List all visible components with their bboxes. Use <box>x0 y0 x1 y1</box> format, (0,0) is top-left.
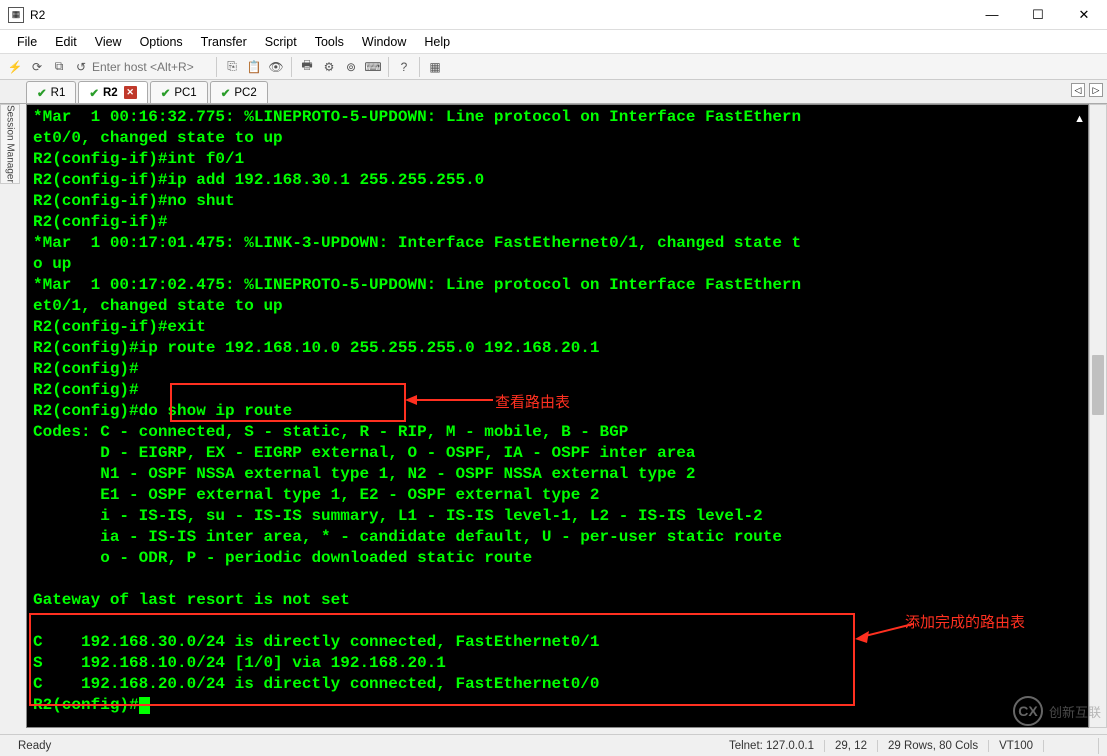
reconnect-icon[interactable]: ↺ <box>70 56 92 78</box>
close-tab-icon[interactable]: ✕ <box>124 86 137 99</box>
copy-icon[interactable]: ⎘ <box>221 56 243 78</box>
status-cursor-pos: 29, 12 <box>825 740 878 752</box>
check-icon: ✔ <box>161 86 171 100</box>
separator <box>216 57 217 77</box>
statusbar: Ready Telnet: 127.0.0.1 29, 12 29 Rows, … <box>0 734 1107 756</box>
menu-options[interactable]: Options <box>131 35 192 49</box>
scrollbar-thumb[interactable] <box>1092 355 1104 415</box>
status-indicators <box>1044 738 1099 754</box>
minimize-button[interactable]: — <box>969 0 1015 30</box>
settings-icon[interactable]: ⚙ <box>318 56 340 78</box>
menu-help[interactable]: Help <box>415 35 459 49</box>
status-connection: Telnet: 127.0.0.1 <box>719 740 825 752</box>
menu-window[interactable]: Window <box>353 35 415 49</box>
tab-pc2[interactable]: ✔PC2 <box>210 81 268 103</box>
menu-file[interactable]: File <box>8 35 46 49</box>
caps-icon <box>1054 738 1070 754</box>
app-icon: ▦ <box>8 7 24 23</box>
session-manager-tab[interactable]: Session Manager <box>0 104 20 184</box>
check-icon: ✔ <box>221 86 231 100</box>
host-input[interactable] <box>92 60 212 74</box>
close-button[interactable]: ✕ <box>1061 0 1107 30</box>
status-size: 29 Rows, 80 Cols <box>878 740 989 752</box>
check-icon: ✔ <box>89 86 99 100</box>
tab-r2[interactable]: ✔ R2 ✕ <box>78 81 147 103</box>
help-icon[interactable]: ? <box>393 56 415 78</box>
tab-label: PC1 <box>174 87 196 99</box>
tab-next-icon[interactable]: ▷ <box>1089 83 1103 97</box>
menu-tools[interactable]: Tools <box>306 35 353 49</box>
separator <box>291 57 292 77</box>
status-term-type: VT100 <box>989 740 1044 752</box>
titlebar: ▦ R2 — ☐ ✕ <box>0 0 1107 30</box>
check-icon: ✔ <box>37 86 47 100</box>
status-ready: Ready <box>8 740 719 752</box>
menu-transfer[interactable]: Transfer <box>192 35 256 49</box>
menu-view[interactable]: View <box>86 35 131 49</box>
find-icon[interactable]: 👁 <box>265 56 287 78</box>
window-title: R2 <box>30 8 969 22</box>
menubar: File Edit View Options Transfer Script T… <box>0 30 1107 54</box>
terminal[interactable]: *Mar 1 00:16:32.775: %LINEPROTO-5-UPDOWN… <box>26 104 1089 728</box>
globe-icon[interactable]: ⊚ <box>340 56 362 78</box>
vertical-scrollbar[interactable] <box>1089 104 1107 728</box>
grid-icon[interactable]: ▦ <box>424 56 446 78</box>
keyboard-icon[interactable]: ⌨ <box>362 56 384 78</box>
lightning-icon[interactable]: ⚡ <box>4 56 26 78</box>
tab-r1[interactable]: ✔ R1 <box>26 81 76 103</box>
window-controls: — ☐ ✕ <box>969 0 1107 30</box>
paste-icon[interactable]: 📋 <box>243 56 265 78</box>
maximize-button[interactable]: ☐ <box>1015 0 1061 30</box>
menu-edit[interactable]: Edit <box>46 35 86 49</box>
print-icon[interactable]: 🖶 <box>296 56 318 78</box>
tab-label: R1 <box>51 87 66 99</box>
scroll-up-icon[interactable]: ▲ <box>1074 113 1085 125</box>
toolbar: ⚡ ⟳ ⧉ ↺ ⎘ 📋 👁 🖶 ⚙ ⊚ ⌨ ? ▦ <box>0 54 1107 80</box>
cascade-icon[interactable]: ⧉ <box>48 56 70 78</box>
separator <box>419 57 420 77</box>
refresh-icon[interactable]: ⟳ <box>26 56 48 78</box>
tab-nav: ◁ ▷ <box>1071 83 1103 97</box>
menu-script[interactable]: Script <box>256 35 306 49</box>
tabstrip: ✔R1 ✔R2✕ ✔PC1 ✔PC2 ◁ ▷ <box>0 80 1107 104</box>
tab-prev-icon[interactable]: ◁ <box>1071 83 1085 97</box>
separator <box>388 57 389 77</box>
num-icon <box>1072 738 1088 754</box>
tab-label: PC2 <box>234 87 256 99</box>
tab-label: R2 <box>103 87 118 99</box>
tab-pc1[interactable]: ✔PC1 <box>150 81 208 103</box>
terminal-output: *Mar 1 00:16:32.775: %LINEPROTO-5-UPDOWN… <box>27 105 1088 718</box>
